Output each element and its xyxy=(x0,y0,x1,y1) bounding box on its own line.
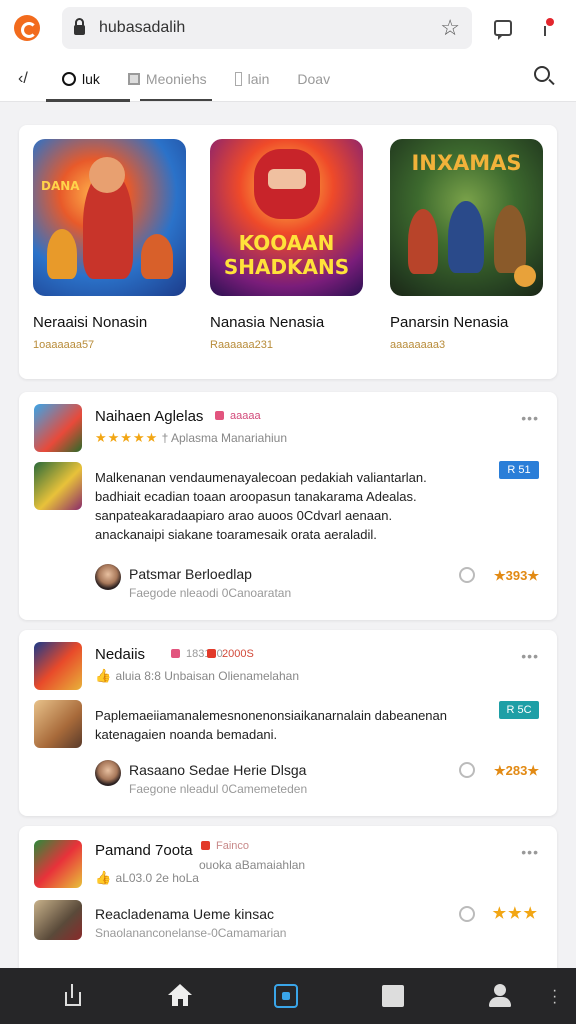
app-subtitle: ouoka aBamaiahlan xyxy=(199,858,306,872)
tab-indicator xyxy=(140,99,212,101)
panel-icon xyxy=(234,71,242,86)
author-subtitle: Faegone nleadul 0Camemeteden xyxy=(129,782,308,796)
search-icon[interactable] xyxy=(532,64,556,88)
featured-game[interactable]: INXAMAS Panarsin Nenasia aaaaaaaa3 xyxy=(390,139,546,351)
lock-icon xyxy=(74,18,85,35)
game-title[interactable]: Neraaisi Nonasin xyxy=(33,314,189,331)
featured-games-card: DANA Neraaisi Nonasin 1oaaaaaa57 KOOAAN … xyxy=(19,125,557,379)
select-radio[interactable] xyxy=(459,762,475,778)
item-title[interactable]: Reacladenama Ueme kinsac xyxy=(95,906,274,922)
review-score: ★283★ xyxy=(494,763,539,778)
bottom-navigation: · · · xyxy=(0,968,576,1024)
app-logo-icon[interactable] xyxy=(14,15,40,41)
ring-icon xyxy=(62,71,76,86)
select-radio[interactable] xyxy=(459,906,475,922)
back-button[interactable]: ‹/ xyxy=(18,70,62,88)
chat-icon[interactable] xyxy=(494,20,512,40)
game-title[interactable]: Panarsin Nenasia xyxy=(390,314,546,331)
author-name[interactable]: Rasaano Sedae Herie Dlsga xyxy=(129,762,306,778)
tabs-icon[interactable] xyxy=(274,984,298,1008)
select-radio[interactable] xyxy=(459,567,475,583)
thumbs-up-icon: 👍 xyxy=(95,870,113,885)
avatar[interactable] xyxy=(95,564,121,590)
tab-home[interactable]: luk xyxy=(46,56,130,102)
app-icon[interactable] xyxy=(34,642,82,690)
game-cover[interactable]: KOOAAN SHADKANS xyxy=(210,139,363,296)
menu-icon[interactable]: · · · xyxy=(552,983,557,1011)
more-options-icon[interactable]: ••• xyxy=(521,410,539,426)
app-badge: aaaaa xyxy=(215,410,261,422)
review-score: ★393★ xyxy=(494,568,539,583)
featured-game[interactable]: KOOAAN SHADKANS Nanasia Nenasia Raaaaaa2… xyxy=(210,139,366,351)
review-tag[interactable]: R 5C xyxy=(499,701,539,719)
game-meta: 1oaaaaaa57 xyxy=(33,339,95,351)
review-text: Malkenanan vendaumenayalecoan pedakiah v… xyxy=(95,470,427,542)
tab-label: luk xyxy=(82,70,100,87)
more-options-icon[interactable]: ••• xyxy=(521,844,539,860)
game-cover[interactable]: DANA xyxy=(33,139,186,296)
review-thumbnail[interactable] xyxy=(34,700,82,748)
profile-icon[interactable] xyxy=(488,984,512,1008)
tab-label: lain xyxy=(247,70,270,87)
rating-line: 👍 aluia 8:8 Unbaisan Olienamelahan xyxy=(95,668,299,683)
item-subtitle: Snaolananconelanse-0Camamarian xyxy=(95,926,287,940)
app-badge: 2000S xyxy=(207,648,254,660)
review-card: Nedaiis 183130 2000S 👍 aluia 8:8 Unbaisa… xyxy=(19,630,557,816)
review-thumbnail[interactable] xyxy=(34,462,82,510)
share-icon[interactable] xyxy=(62,984,86,1008)
rating-line: 👍 aL03.0 2e hoLa xyxy=(95,870,199,885)
square-icon[interactable] xyxy=(382,985,404,1007)
author-name[interactable]: Patsmar Berloedlap xyxy=(129,566,252,582)
app-badge: Fainco xyxy=(201,840,249,852)
app-name[interactable]: Nedaiis xyxy=(95,646,145,663)
star-icon[interactable]: ☆ xyxy=(440,15,460,41)
author-subtitle: Faegode nleaodi 0Canoaratan xyxy=(129,586,292,600)
app-name[interactable]: Naihaen Aglelas xyxy=(95,408,203,425)
review-thumbnail[interactable] xyxy=(34,900,82,940)
app-icon[interactable] xyxy=(34,840,82,888)
home-icon[interactable] xyxy=(168,984,192,1008)
grid-icon xyxy=(127,72,140,85)
browser-toolbar: hubasadalih ☆ xyxy=(0,0,576,56)
review-card: Naihaen Aglelas aaaaa ★★★★★ † Aplasma Ma… xyxy=(19,392,557,620)
notification-dot xyxy=(546,18,554,26)
game-meta: aaaaaaaa3 xyxy=(390,339,446,351)
game-cover[interactable]: INXAMAS xyxy=(390,139,543,296)
tab-memories[interactable]: Meoniehs xyxy=(127,56,207,102)
rating-line: ★★★★★ † Aplasma Manariahiun xyxy=(95,430,288,445)
more-options-icon[interactable]: ••• xyxy=(521,648,539,664)
notification-icon[interactable] xyxy=(538,18,554,36)
review-text: Paplemaeiiamanalemesnonenonsiaikanarnala… xyxy=(95,708,447,742)
app-icon[interactable] xyxy=(34,404,82,452)
game-meta: Raaaaaa231 xyxy=(210,339,274,351)
review-card: Pamand 7oota Fainco ouoka aBamaiahlan 👍 … xyxy=(19,826,557,976)
star-rating: ★★★★★ xyxy=(95,430,159,445)
url-text[interactable]: hubasadalih xyxy=(99,19,440,37)
thumbs-up-icon: 👍 xyxy=(95,668,113,683)
tab-label: Meoniehs xyxy=(145,70,207,87)
tab-lain[interactable]: lain xyxy=(234,56,270,102)
game-title[interactable]: Nanasia Nenasia xyxy=(210,314,366,331)
tab-doav[interactable]: Doav xyxy=(297,56,330,102)
tab-bar: ‹/ luk Meoniehs lain Doav xyxy=(0,56,576,102)
tab-label: Doav xyxy=(297,70,331,87)
review-score: ★★★ xyxy=(492,905,539,922)
avatar[interactable] xyxy=(95,760,121,786)
featured-game[interactable]: DANA Neraaisi Nonasin 1oaaaaaa57 xyxy=(33,139,189,351)
review-tag[interactable]: R 51 xyxy=(499,461,539,479)
address-bar[interactable]: hubasadalih ☆ xyxy=(62,7,472,49)
app-name[interactable]: Pamand 7oota xyxy=(95,842,193,859)
